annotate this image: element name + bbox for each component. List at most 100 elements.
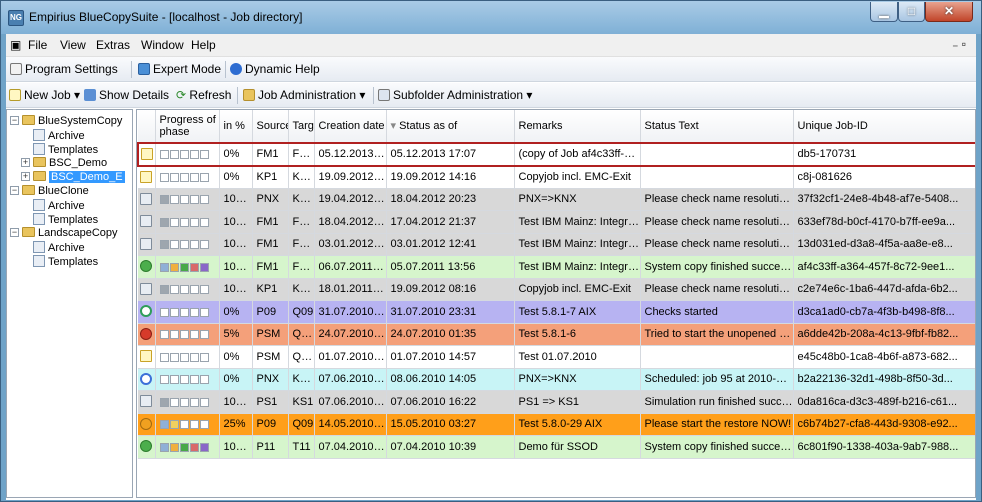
progress-segment bbox=[199, 397, 209, 407]
table-row[interactable]: 100% PS1 KS1 07.06.2010 1... 07.06.2010 16:2… bbox=[138, 390, 975, 414]
progress-segment bbox=[169, 330, 179, 340]
menu-view[interactable]: View bbox=[60, 38, 86, 52]
new-icon bbox=[9, 89, 21, 101]
col-header-remarks[interactable]: Remarks bbox=[514, 110, 641, 144]
col-header-progress[interactable]: Progress of phase bbox=[155, 110, 220, 144]
progress-segment bbox=[179, 352, 189, 362]
window-title: Empirius BlueCopySuite - [localhost - Jo… bbox=[29, 10, 303, 24]
minimize-button[interactable]: ▁ bbox=[870, 2, 898, 22]
close-button[interactable]: ✕ bbox=[925, 2, 973, 22]
progress-segment bbox=[169, 240, 179, 250]
col-header-status-as-of[interactable]: ▾ Status as of bbox=[386, 110, 515, 144]
tree-node-bluesystemcopy[interactable]: BlueSystemCopy bbox=[22, 115, 122, 127]
program-settings-button[interactable]: Program Settings bbox=[10, 62, 118, 76]
expert-mode-button[interactable]: Expert Mode bbox=[138, 62, 221, 76]
table-row[interactable]: 25% P09 Q09 14.05.2010 2... 15.05.2010 03:27… bbox=[138, 413, 975, 436]
table-row[interactable]: 0%PSMQSM01.07.2010 1...01.07.2010 14:57T… bbox=[138, 345, 975, 369]
progress-segment bbox=[199, 307, 209, 317]
expand-icon[interactable]: + bbox=[21, 158, 30, 167]
table-row[interactable]: 0% FM1 FM2 05.12.2013 1... 05.12.2013 17:07(… bbox=[137, 142, 975, 167]
col-header-status-text[interactable]: Status Text bbox=[640, 110, 794, 144]
table-row[interactable]: 5%PSMQSM24.07.2010 0...24.07.2010 01:35T… bbox=[138, 323, 975, 346]
collapse-icon[interactable]: − bbox=[10, 116, 19, 125]
new-job-button[interactable]: New Job ▾ bbox=[9, 88, 80, 102]
menu-file[interactable]: File bbox=[28, 38, 47, 52]
status-text-cell: Please check name resolution ... bbox=[640, 188, 794, 211]
progress-cell bbox=[155, 278, 220, 301]
col-header-source[interactable]: Source bbox=[252, 110, 289, 144]
progress-segment bbox=[179, 330, 189, 340]
col-header-target[interactable]: Target bbox=[288, 110, 315, 144]
progress-segment bbox=[169, 285, 179, 295]
progress-segment bbox=[179, 173, 189, 182]
tree-node-templates[interactable]: Templates bbox=[33, 213, 98, 226]
tree-node-blueclone[interactable]: BlueClone bbox=[22, 185, 89, 197]
progress-cell bbox=[155, 255, 220, 279]
progress-segment bbox=[189, 397, 199, 407]
progress-bar bbox=[159, 240, 209, 250]
remarks-cell: Test 5.8.1-7 AIX bbox=[514, 300, 641, 324]
progress-segment bbox=[159, 217, 169, 227]
progress-bar bbox=[159, 442, 209, 452]
job-id-cell: 13d031ed-d3a8-4f5a-aa8e-e8... bbox=[793, 233, 975, 256]
col-header-job-id[interactable]: Unique Job-ID bbox=[793, 110, 975, 144]
target-cell: QSM bbox=[288, 323, 315, 346]
simulation-icon bbox=[140, 237, 152, 250]
tree-node-landscapecopy[interactable]: LandscapeCopy bbox=[22, 227, 118, 239]
table-row[interactable]: 0% KP1 KQ1 19.09.2012 1... 19.09.2012 14:16 C… bbox=[138, 165, 975, 189]
source-cell: FM1 bbox=[252, 255, 289, 279]
folder-tree: − BlueSystemCopy Archive Templates + BSC… bbox=[6, 109, 133, 498]
folder-icon bbox=[33, 171, 46, 181]
job-administration-button[interactable]: Job Administration ▾ bbox=[243, 88, 365, 102]
mdi-restore-icon[interactable]: ₋ ▫ bbox=[952, 37, 966, 51]
tree-node-templates[interactable]: Templates bbox=[33, 143, 98, 156]
col-header-creation-date[interactable]: Creation date bbox=[314, 110, 387, 144]
refresh-button[interactable]: ⟳ Refresh bbox=[176, 88, 231, 102]
table-row[interactable]: 100% P11 T11 07.04.2010 1... 07.04.2010 10:3… bbox=[138, 435, 975, 459]
remarks-cell: Test IBM Mainz: Integrati... bbox=[514, 255, 641, 279]
status-cell bbox=[138, 165, 156, 189]
menu-help[interactable]: Help bbox=[191, 38, 216, 52]
tree-node-archive[interactable]: Archive bbox=[33, 199, 85, 212]
job-id-cell: c6b74b27-cfa8-443d-9308-e92... bbox=[793, 413, 975, 436]
creation-date-cell: 07.04.2010 1... bbox=[314, 435, 387, 459]
table-row[interactable]: 100% PNX KNX 19.04.2012 0... 18.04.2012 20:2… bbox=[138, 188, 975, 211]
collapse-icon[interactable]: − bbox=[10, 228, 19, 237]
expand-icon[interactable]: + bbox=[21, 172, 30, 181]
remarks-cell: Copyjob incl. EMC-Exit bbox=[514, 165, 641, 189]
job-id-cell: af4c33ff-a364-457f-8c72-9ee1... bbox=[793, 255, 975, 279]
tree-node-archive[interactable]: Archive bbox=[33, 241, 85, 254]
mdi-doc-icon[interactable]: ▣ bbox=[10, 38, 21, 52]
tree-node-templates[interactable]: Templates bbox=[33, 255, 98, 268]
tree-node-bsc-demo[interactable]: BSC_Demo bbox=[33, 157, 107, 169]
creation-date-cell: 06.07.2011 1... bbox=[314, 255, 387, 279]
table-row[interactable]: 100% FM1 FM2 06.07.2011 1... 05.07.2011 13:5… bbox=[138, 255, 975, 279]
subfolder-administration-button[interactable]: Subfolder Administration ▾ bbox=[378, 88, 532, 102]
tree-node-archive[interactable]: Archive bbox=[33, 129, 85, 142]
menu-window[interactable]: Window bbox=[141, 38, 184, 52]
progress-segment bbox=[189, 375, 199, 385]
progress-bar bbox=[159, 217, 209, 227]
target-cell: KQ1 bbox=[288, 165, 315, 189]
col-header-percent[interactable]: in % bbox=[219, 110, 253, 144]
title-bar[interactable]: NG Empirius BlueCopySuite - [localhost -… bbox=[1, 1, 981, 34]
tree-node-bsc-demo-e[interactable]: BSC_Demo_E bbox=[33, 171, 125, 183]
progress-cell bbox=[155, 188, 220, 211]
table-row[interactable]: 100% KP1 KQ1 18.01.2011 1... 19.09.2012 08:1… bbox=[138, 278, 975, 301]
progress-cell bbox=[155, 345, 220, 369]
table-row[interactable]: 100% FM1 FM2 03.01.2012 1... 03.01.2012 12:4… bbox=[138, 233, 975, 256]
maximize-button[interactable]: □ bbox=[898, 2, 925, 22]
source-cell: PSM bbox=[252, 323, 289, 346]
col-header-status[interactable] bbox=[138, 110, 156, 144]
creation-date-cell: 19.09.2012 1... bbox=[314, 165, 387, 189]
table-row[interactable]: 100% FM1 FM2 18.04.2012 0... 17.04.2012 21:3… bbox=[138, 210, 975, 234]
table-row[interactable]: 0% P09 Q09 31.07.2010 2... 31.07.2010 23:31 T… bbox=[138, 300, 975, 324]
status-as-of-cell: 18.04.2012 20:23 bbox=[386, 188, 515, 211]
menu-extras[interactable]: Extras bbox=[96, 38, 130, 52]
source-cell: FM1 bbox=[252, 142, 289, 167]
tree-node-label: Templates bbox=[48, 256, 99, 268]
dynamic-help-button[interactable]: Dynamic Help bbox=[230, 62, 320, 76]
collapse-icon[interactable]: − bbox=[10, 186, 19, 195]
show-details-button[interactable]: Show Details bbox=[84, 88, 169, 102]
table-row[interactable]: 0% PNX KNX 07.06.2010 1... 08.06.2010 14:05 P… bbox=[138, 368, 975, 391]
